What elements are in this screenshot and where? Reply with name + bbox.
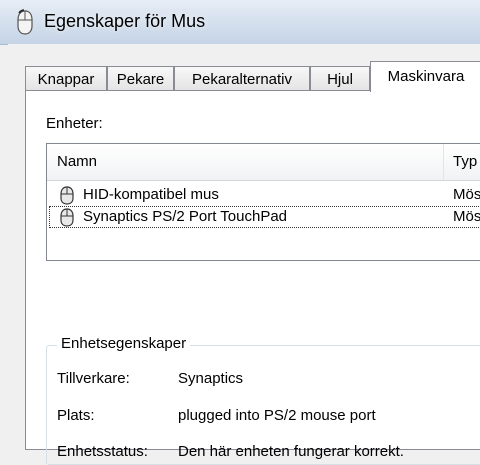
tab-knappar[interactable]: Knappar <box>25 66 107 91</box>
column-header-type[interactable]: Typ <box>453 144 477 180</box>
manufacturer-value: Synaptics <box>178 370 244 387</box>
mouse-icon <box>17 9 33 35</box>
devices-list-header: Namn Typ <box>47 144 480 181</box>
tab-pekare[interactable]: Pekare <box>107 66 174 91</box>
tab-hjul[interactable]: Hjul <box>310 66 370 91</box>
column-separator[interactable] <box>443 144 444 180</box>
window-title: Egenskaper för Mus <box>44 11 206 31</box>
device-name: Synaptics PS/2 Port TouchPad <box>83 208 288 225</box>
location-label: Plats: <box>57 407 95 424</box>
location-value: plugged into PS/2 mouse port <box>178 407 376 424</box>
device-type: Mös <box>453 186 480 203</box>
device-status-label: Enhetsstatus: <box>57 443 148 460</box>
hardware-tab-panel: Enheter: Namn Typ HID-kompatibel mus Mös <box>25 90 480 465</box>
mouse-icon <box>60 208 74 227</box>
device-row-hid-mouse[interactable]: HID-kompatibel mus Mös <box>49 184 480 206</box>
device-properties-title: Enhetsegenskaper <box>57 335 191 352</box>
device-row-synaptics-touchpad[interactable]: Synaptics PS/2 Port TouchPad Mös <box>49 206 480 228</box>
manufacturer-label: Tillverkare: <box>57 370 130 387</box>
device-status-value: Den här enheten fungerar korrekt. <box>178 443 404 460</box>
tab-pekaralternativ[interactable]: Pekaralternativ <box>174 66 310 91</box>
column-header-name[interactable]: Namn <box>57 144 97 180</box>
devices-label: Enheter: <box>46 115 103 132</box>
dialog-client-area: Knappar Pekare Pekaralternativ Hjul Mask… <box>8 44 480 465</box>
tab-maskinvara[interactable]: Maskinvara <box>370 61 480 92</box>
mouse-icon <box>60 186 74 205</box>
title-bar[interactable]: Egenskaper för Mus <box>0 0 480 45</box>
device-name: HID-kompatibel mus <box>83 186 219 203</box>
device-type: Mös <box>453 208 480 225</box>
devices-list[interactable]: Namn Typ HID-kompatibel mus Mös Synaptic… <box>46 143 480 261</box>
